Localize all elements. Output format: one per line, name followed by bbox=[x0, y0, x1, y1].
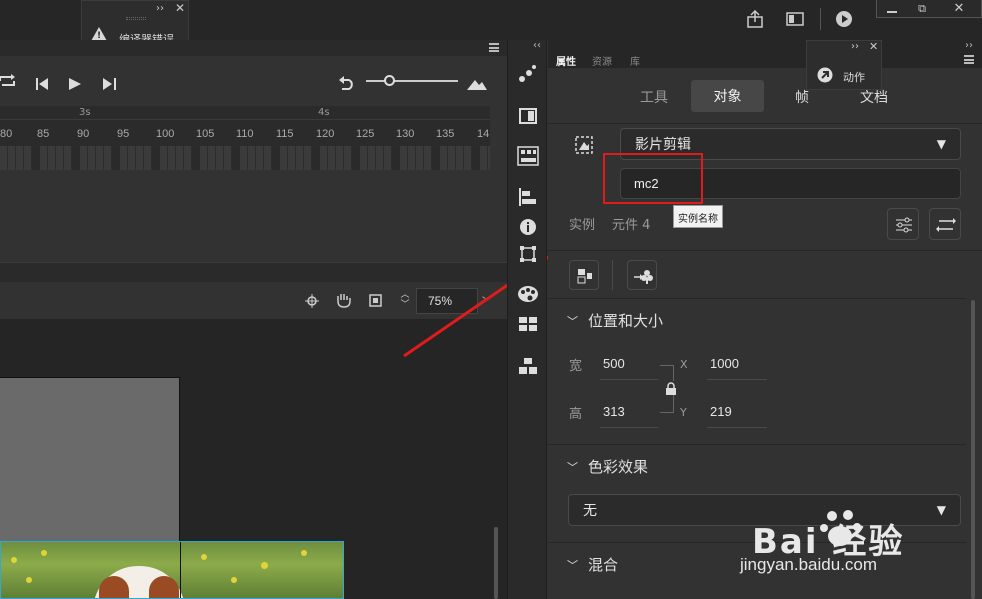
tab-document[interactable]: 文档 bbox=[860, 87, 888, 107]
color-effect-value: 无 bbox=[583, 503, 597, 519]
tab-tool[interactable]: 工具 bbox=[640, 87, 668, 107]
tab-properties[interactable]: 属性 bbox=[556, 53, 576, 68]
panel-menu-icon[interactable] bbox=[964, 55, 974, 64]
info-icon[interactable] bbox=[519, 218, 537, 236]
components-icon[interactable] bbox=[518, 357, 538, 375]
y-label: Y bbox=[680, 406, 687, 419]
collapse-icon[interactable]: ‹‹ bbox=[533, 40, 541, 51]
y-value[interactable]: 219 bbox=[710, 404, 732, 419]
transform-icon[interactable] bbox=[519, 245, 537, 263]
club-arrow-icon bbox=[634, 270, 653, 284]
width-label: 宽 bbox=[569, 359, 583, 374]
baidu-watermark: Bai 经验 jingyan.baidu.com bbox=[740, 508, 982, 588]
edit-properties-button[interactable] bbox=[887, 208, 919, 240]
arrange-icon bbox=[577, 269, 592, 284]
width-value[interactable]: 500 bbox=[603, 356, 625, 371]
convert-symbol-button[interactable] bbox=[627, 260, 657, 290]
chevron-down-icon: ﹀ bbox=[567, 558, 578, 572]
close-icon[interactable]: ✕ bbox=[869, 40, 878, 53]
position-size-section-header[interactable]: ﹀ 位置和大小 bbox=[567, 310, 663, 331]
tab-object-label: 对象 bbox=[713, 89, 742, 105]
actions-panel[interactable]: ›› ✕ 动作 bbox=[806, 40, 882, 90]
align-icon[interactable] bbox=[519, 188, 537, 206]
swap-icon bbox=[936, 218, 956, 232]
lock-icon[interactable] bbox=[665, 381, 677, 395]
x-value[interactable]: 1000 bbox=[710, 356, 739, 371]
tab-library[interactable]: 库 bbox=[630, 53, 640, 68]
library-book-icon[interactable] bbox=[518, 107, 538, 125]
swatches-icon[interactable] bbox=[518, 316, 538, 332]
code-snippets-icon[interactable] bbox=[517, 146, 539, 166]
sliders-icon bbox=[896, 217, 912, 233]
color-effect-section-header[interactable]: ﹀ 色彩效果 bbox=[567, 456, 648, 477]
chevron-down-icon: ﹀ bbox=[567, 314, 578, 328]
watermark-url: jingyan.baidu.com bbox=[740, 555, 878, 574]
actions-icon bbox=[817, 67, 833, 83]
x-label: X bbox=[680, 358, 688, 371]
motion-presets-icon[interactable] bbox=[518, 64, 538, 84]
blending-section-header[interactable]: ﹀ 混合 bbox=[567, 554, 618, 575]
highlight-box bbox=[603, 153, 703, 204]
chevron-down-icon: ▼ bbox=[936, 137, 946, 151]
symbol-name-label[interactable]: 元件 4 bbox=[612, 214, 650, 233]
panel-icon-strip: ‹‹ bbox=[507, 40, 547, 599]
color-palette-icon[interactable] bbox=[517, 285, 539, 303]
instance-label: 实例 bbox=[569, 218, 596, 233]
arrange-button[interactable] bbox=[569, 260, 599, 290]
tab-object[interactable]: 对象 bbox=[691, 80, 764, 112]
movie-clip-icon bbox=[575, 136, 593, 154]
tab-frame[interactable]: 帧 bbox=[795, 87, 809, 107]
tab-assets[interactable]: 资源 bbox=[592, 53, 612, 68]
height-value[interactable]: 313 bbox=[603, 404, 625, 419]
panel-tab-bar: ›› 属性 资源 库 bbox=[548, 40, 982, 68]
collapse-right-icon[interactable]: ›› bbox=[965, 40, 973, 51]
symbol-type-value: 影片剪辑 bbox=[635, 137, 691, 153]
expand-icon[interactable]: ›› bbox=[851, 41, 859, 52]
instance-name-tooltip: 实例名称 bbox=[673, 205, 723, 228]
swap-symbol-button[interactable] bbox=[929, 208, 961, 240]
height-label: 高 bbox=[569, 407, 583, 422]
actions-title: 动作 bbox=[843, 71, 865, 84]
chevron-down-icon: ﹀ bbox=[567, 460, 578, 474]
